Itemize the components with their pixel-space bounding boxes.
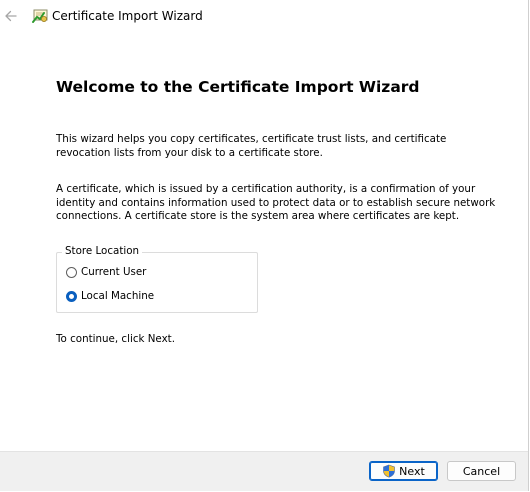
cancel-button-label: Cancel [462, 464, 501, 478]
window-title: Certificate Import Wizard [52, 9, 203, 23]
certificate-import-wizard-window: Certificate Import Wizard Welcome to the… [0, 0, 529, 491]
intro-paragraph: This wizard helps you copy certificates,… [56, 133, 447, 159]
radio-button-unchecked[interactable] [66, 266, 77, 278]
title-bar: Certificate Import Wizard [0, 0, 528, 32]
radio-label-current-user: Current User [81, 266, 147, 278]
continue-instruction: To continue, click Next. [56, 333, 175, 345]
next-button[interactable]: Next [369, 461, 438, 481]
certificate-icon [32, 9, 48, 23]
page-heading: Welcome to the Certificate Import Wizard [56, 78, 420, 96]
radio-label-local-machine: Local Machine [81, 290, 155, 302]
back-button[interactable] [0, 5, 22, 27]
radio-button-checked[interactable] [66, 290, 77, 302]
description-paragraph: A certificate, which is issued by a cert… [56, 183, 496, 222]
radio-local-machine[interactable]: Local Machine [66, 288, 154, 304]
next-button-label: Next [399, 464, 425, 478]
back-arrow-icon [5, 10, 17, 22]
radio-current-user[interactable]: Current User [66, 264, 146, 280]
store-location-legend: Store Location [62, 245, 143, 257]
cancel-button[interactable]: Cancel [447, 461, 516, 481]
uac-shield-icon [383, 464, 395, 478]
